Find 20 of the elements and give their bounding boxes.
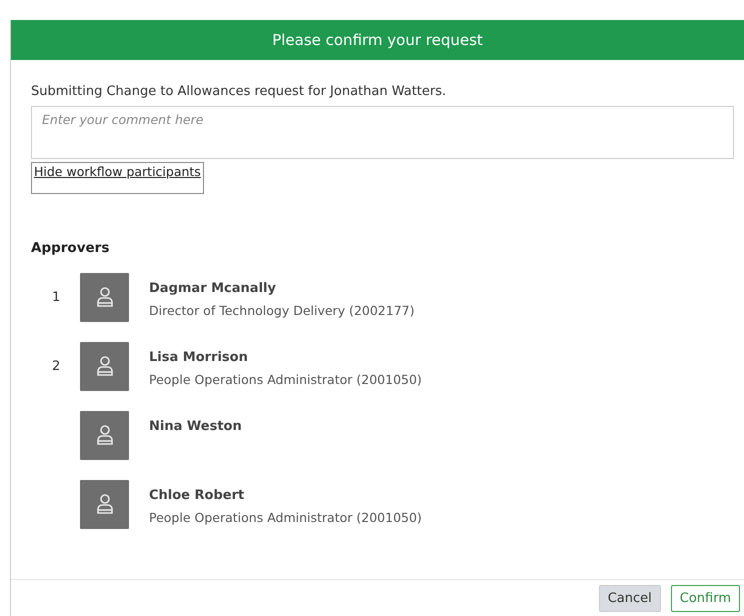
step-number: 2 bbox=[51, 358, 62, 376]
person-name: Nina Weston bbox=[149, 418, 242, 436]
person-role: People Operations Administrator (2001050) bbox=[149, 371, 422, 389]
person-role: People Operations Administrator (2001050) bbox=[149, 509, 422, 527]
step-number: 1 bbox=[51, 288, 62, 306]
person-name: Lisa Morrison bbox=[149, 348, 249, 366]
person-name: Chloe Robert bbox=[149, 486, 246, 504]
dialog-title: Please confirm your request bbox=[11, 20, 744, 60]
avatar-icon bbox=[80, 410, 129, 460]
dialog-button[interactable]: Cancel bbox=[598, 584, 661, 612]
person-role: Director of Technology Delivery (2002177) bbox=[149, 302, 414, 320]
avatar-icon bbox=[80, 480, 129, 528]
hide-participants-link[interactable]: Hide workflow participants bbox=[31, 162, 204, 194]
dialog-button[interactable]: Confirm bbox=[670, 584, 740, 612]
message-text: Submitting Change to Allowances request for Jonathan Watters. bbox=[31, 83, 448, 101]
comment-field[interactable]: Enter your comment here bbox=[31, 106, 734, 158]
person-name: Dagmar Mcanally bbox=[149, 280, 277, 298]
avatar-icon bbox=[80, 272, 129, 322]
avatar-icon bbox=[80, 342, 129, 390]
section-heading: Approvers bbox=[31, 239, 110, 258]
